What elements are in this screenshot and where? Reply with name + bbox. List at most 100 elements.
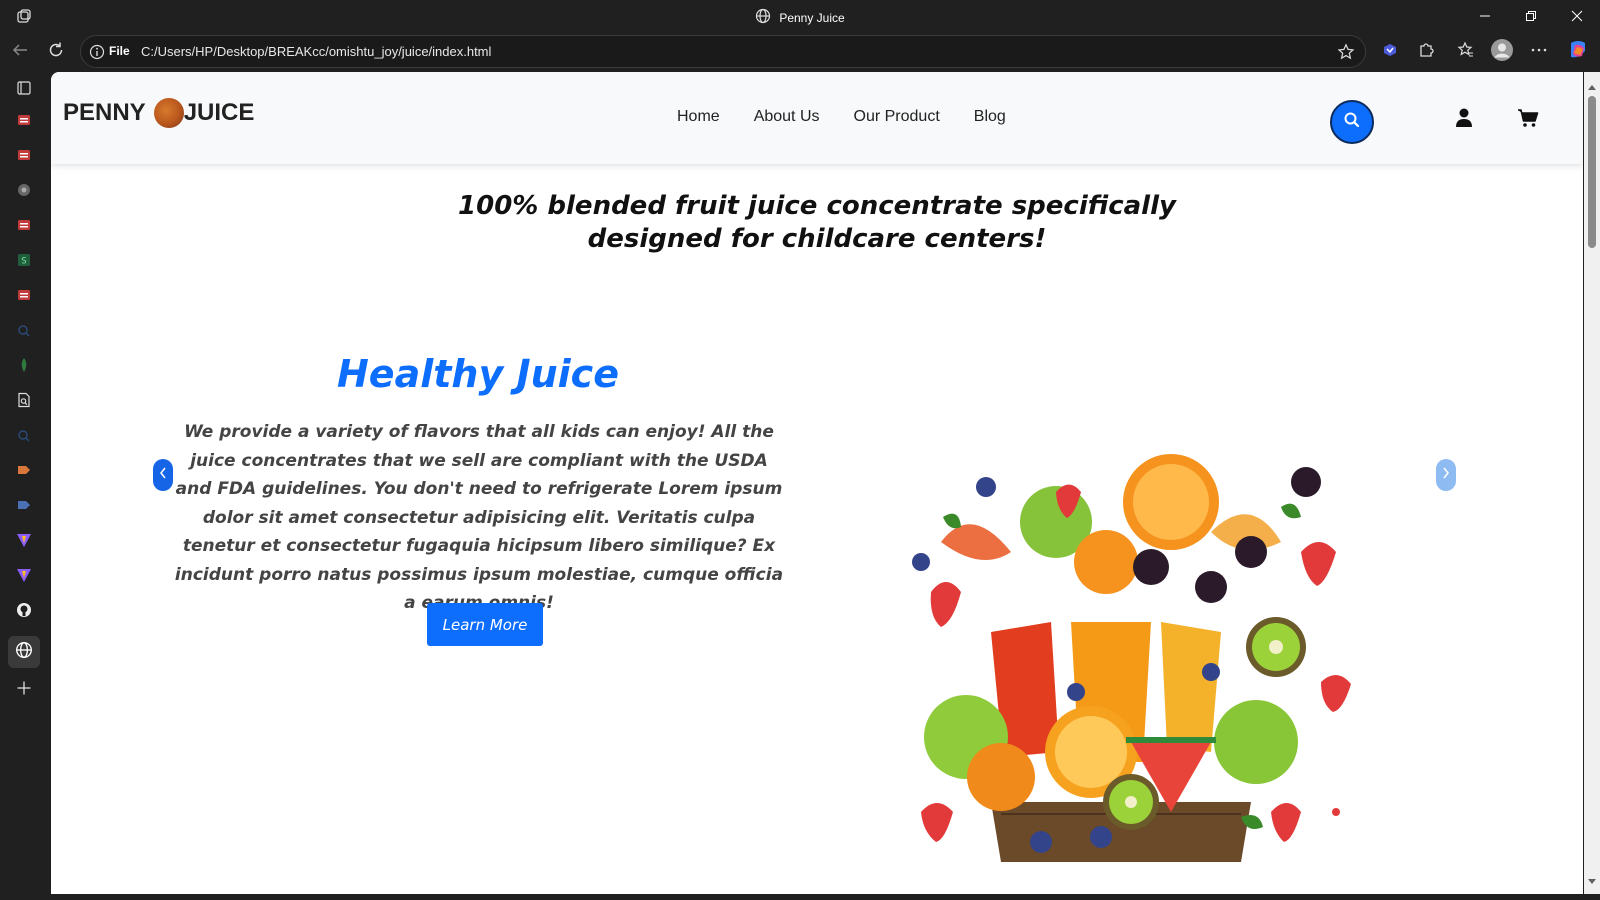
extensions-button[interactable]	[1412, 38, 1440, 66]
sidebar-tab-github[interactable]	[12, 600, 36, 624]
chevron-right-icon	[1441, 465, 1451, 485]
url-text[interactable]: C:/Users/HP/Desktop/BREAKcc/omishtu_joy/…	[141, 44, 491, 59]
scroll-down-arrow-icon[interactable]	[1587, 871, 1597, 890]
sidebar-new-tab[interactable]	[12, 678, 36, 702]
back-arrow-icon	[11, 41, 29, 63]
copilot-extension-icon	[1381, 41, 1399, 63]
add-icon	[16, 680, 32, 700]
search-icon	[1343, 111, 1361, 133]
page-scrollbar[interactable]	[1584, 72, 1600, 894]
cart-icon	[1517, 109, 1539, 132]
copilot-button[interactable]	[1564, 38, 1592, 66]
extension-button[interactable]	[1376, 38, 1404, 66]
hero-description: We provide a variety of flavors that all…	[174, 422, 784, 613]
svg-text:S: S	[21, 257, 26, 267]
globe-icon	[15, 641, 33, 663]
sidebar-tab-tag-1[interactable]	[12, 460, 36, 484]
sidebar-tab-pdf-2[interactable]	[12, 145, 36, 169]
pdf-icon	[16, 112, 32, 132]
close-icon	[1571, 7, 1583, 26]
account-button[interactable]	[1455, 108, 1473, 132]
browser-toolbar: File C:/Users/HP/Desktop/BREAKcc/omishtu…	[0, 32, 1600, 72]
site-logo[interactable]: PENNY JUICE	[63, 98, 254, 128]
favorite-star-icon[interactable]	[1337, 43, 1355, 65]
sidebar-tab-app[interactable]	[12, 180, 36, 204]
refresh-button[interactable]	[42, 38, 70, 66]
file-search-icon	[16, 392, 32, 412]
sidebar-tab-vite-1[interactable]	[12, 530, 36, 554]
fruit-juice-image	[881, 422, 1361, 872]
tag-icon	[16, 497, 32, 517]
profile-avatar-icon	[1490, 38, 1514, 66]
window-title: Penny Juice	[0, 8, 1600, 27]
copilot-icon	[1567, 39, 1589, 65]
restore-icon	[1525, 7, 1537, 26]
minimize-button[interactable]	[1462, 0, 1508, 32]
carousel-prev-button[interactable]	[153, 459, 173, 491]
chevron-left-icon	[158, 465, 168, 485]
title-bar: Penny Juice	[0, 0, 1600, 32]
sidebar-tab-pdf-3[interactable]	[12, 215, 36, 239]
tab-actions-icon	[16, 80, 32, 100]
search-button[interactable]	[1330, 100, 1374, 144]
sidebar-tab-active[interactable]	[8, 636, 40, 668]
pdf-icon	[16, 287, 32, 307]
favorites-icon	[1457, 41, 1475, 63]
carousel-next-button[interactable]	[1436, 459, 1456, 491]
restore-button[interactable]	[1508, 0, 1554, 32]
nav-about-us[interactable]: About Us	[754, 108, 820, 126]
sidebar-tab-actions[interactable]	[12, 78, 36, 102]
learn-more-button[interactable]: Learn More	[427, 603, 543, 646]
sidebar-tab-tag-2[interactable]	[12, 495, 36, 519]
hero-title: Healthy Juice	[337, 352, 619, 396]
sidebar-tab-pdf-1[interactable]	[12, 110, 36, 134]
sidebar-tab-mongodb[interactable]	[12, 355, 36, 379]
logo-text-juice: JUICE	[183, 99, 255, 126]
address-bar[interactable]: File C:/Users/HP/Desktop/BREAKcc/omishtu…	[80, 35, 1366, 68]
vite-icon	[16, 567, 32, 587]
main-nav: Home About Us Our Product Blog	[677, 108, 1006, 126]
tagline-line-1: 100% blended fruit juice concentrate spe…	[458, 191, 1176, 221]
scrollbar-thumb[interactable]	[1588, 96, 1596, 248]
vite-icon	[16, 532, 32, 552]
puzzle-icon	[1417, 41, 1435, 63]
mongodb-icon	[16, 357, 32, 377]
refresh-icon	[47, 41, 65, 63]
sidebar-tab-search-2[interactable]	[12, 425, 36, 449]
favorites-button[interactable]	[1452, 38, 1480, 66]
scheme-label: File	[109, 44, 130, 58]
tag-icon	[16, 462, 32, 482]
nav-home[interactable]: Home	[677, 108, 720, 126]
page-viewport: PENNY JUICE Home About Us Our Product Bl…	[51, 72, 1583, 894]
back-button[interactable]	[6, 38, 34, 66]
sheets-icon: S	[16, 252, 32, 272]
nav-our-product[interactable]: Our Product	[854, 108, 940, 126]
sidebar-tab-pdf-4[interactable]	[12, 285, 36, 309]
tagline-line-2: designed for childcare centers!	[587, 224, 1047, 254]
window-title-text: Penny Juice	[779, 10, 845, 25]
more-dots-icon	[1530, 41, 1548, 63]
sidebar-tab-file-search[interactable]	[12, 390, 36, 414]
github-icon	[16, 602, 32, 622]
logo-text-penny: PENNY	[63, 99, 146, 126]
sidebar-tab-vite-2[interactable]	[12, 565, 36, 589]
cart-button[interactable]	[1517, 108, 1539, 132]
info-icon[interactable]	[89, 44, 105, 60]
profile-button[interactable]	[1488, 38, 1516, 66]
pdf-icon	[16, 147, 32, 167]
orange-logo-icon	[153, 98, 184, 128]
sidebar-tab-sheets[interactable]: S	[12, 250, 36, 274]
close-button[interactable]	[1554, 0, 1600, 32]
minimize-icon	[1479, 7, 1491, 26]
globe-icon	[755, 8, 771, 27]
scroll-up-arrow-icon[interactable]	[1587, 76, 1597, 95]
search-icon	[17, 428, 31, 447]
more-menu-button[interactable]	[1525, 38, 1553, 66]
nav-blog[interactable]: Blog	[974, 108, 1006, 126]
sidebar-tab-search-1[interactable]	[12, 320, 36, 344]
search-icon	[17, 323, 31, 342]
user-icon	[1455, 108, 1473, 132]
hero-tagline: 100% blended fruit juice concentrate spe…	[51, 190, 1583, 256]
app-icon	[16, 182, 32, 202]
browser-sidebar: S	[0, 72, 48, 900]
